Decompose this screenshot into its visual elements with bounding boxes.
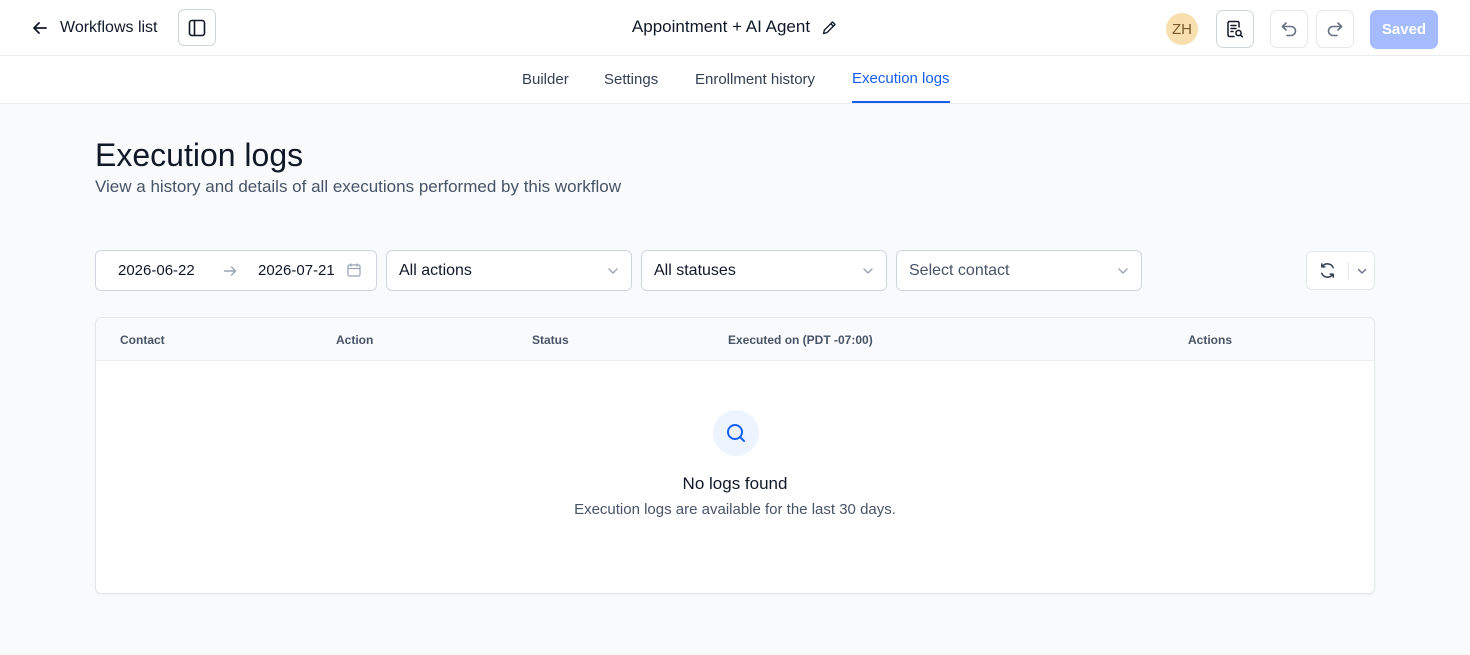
chevron-down-icon bbox=[863, 268, 873, 274]
refresh-icon[interactable] bbox=[1318, 261, 1337, 280]
actions-filter-select[interactable]: All actions bbox=[386, 250, 632, 291]
column-header-status: Status bbox=[532, 333, 569, 347]
chevron-down-icon bbox=[608, 268, 618, 274]
notes-button[interactable] bbox=[1216, 10, 1254, 48]
column-header-contact: Contact bbox=[120, 333, 165, 347]
table-header: Contact Action Status Executed on (PDT -… bbox=[96, 318, 1374, 361]
workflow-title: Appointment + AI Agent bbox=[631, 17, 811, 36]
tab-enrollment-history[interactable]: Enrollment history bbox=[695, 56, 815, 103]
arrow-right-icon bbox=[223, 266, 237, 276]
button-divider bbox=[1348, 262, 1349, 280]
tab-settings[interactable]: Settings bbox=[604, 56, 658, 103]
execution-logs-table: Contact Action Status Executed on (PDT -… bbox=[95, 317, 1375, 594]
date-start-input[interactable]: 2026-06-22 bbox=[118, 262, 195, 279]
page-title: Execution logs bbox=[95, 137, 304, 173]
actions-filter-value: All actions bbox=[399, 262, 472, 279]
top-bar: Workflows list Appointment + AI Agent ZH… bbox=[0, 0, 1470, 56]
tab-execution-logs[interactable]: Execution logs bbox=[852, 56, 950, 103]
status-filter-value: All statuses bbox=[654, 262, 736, 279]
chevron-down-icon[interactable] bbox=[1356, 265, 1368, 277]
page-subtitle: View a history and details of all execut… bbox=[95, 177, 621, 196]
status-filter-select[interactable]: All statuses bbox=[641, 250, 887, 291]
notes-icon bbox=[1227, 20, 1244, 38]
contact-filter-select[interactable]: Select contact bbox=[896, 250, 1142, 291]
tab-builder[interactable]: Builder bbox=[522, 56, 569, 103]
avatar[interactable]: ZH bbox=[1166, 13, 1198, 45]
undo-button[interactable] bbox=[1270, 10, 1308, 48]
undo-icon bbox=[1281, 22, 1297, 37]
calendar-icon bbox=[347, 263, 361, 277]
column-header-executed-on: Executed on (PDT -07:00) bbox=[728, 333, 873, 347]
tab-bar: Builder Settings Enrollment history Exec… bbox=[0, 56, 1470, 104]
column-header-actions: Actions bbox=[1188, 333, 1233, 347]
empty-state-icon bbox=[713, 410, 759, 456]
redo-icon bbox=[1327, 22, 1343, 37]
saved-button[interactable]: Saved bbox=[1370, 10, 1438, 49]
refresh-button-group bbox=[1306, 251, 1375, 290]
pencil-icon[interactable] bbox=[821, 19, 838, 36]
empty-state-subtitle: Execution logs are available for the las… bbox=[574, 501, 896, 518]
search-icon bbox=[727, 424, 745, 442]
empty-state-title: No logs found bbox=[682, 474, 788, 493]
chevron-down-icon bbox=[1118, 268, 1128, 274]
contact-filter-placeholder: Select contact bbox=[909, 262, 1010, 279]
date-end-input[interactable]: 2026-07-21 bbox=[258, 262, 335, 279]
column-header-action: Action bbox=[336, 333, 374, 347]
date-range-picker[interactable]: 2026-06-22 2026-07-21 bbox=[95, 250, 377, 291]
redo-button[interactable] bbox=[1316, 10, 1354, 48]
